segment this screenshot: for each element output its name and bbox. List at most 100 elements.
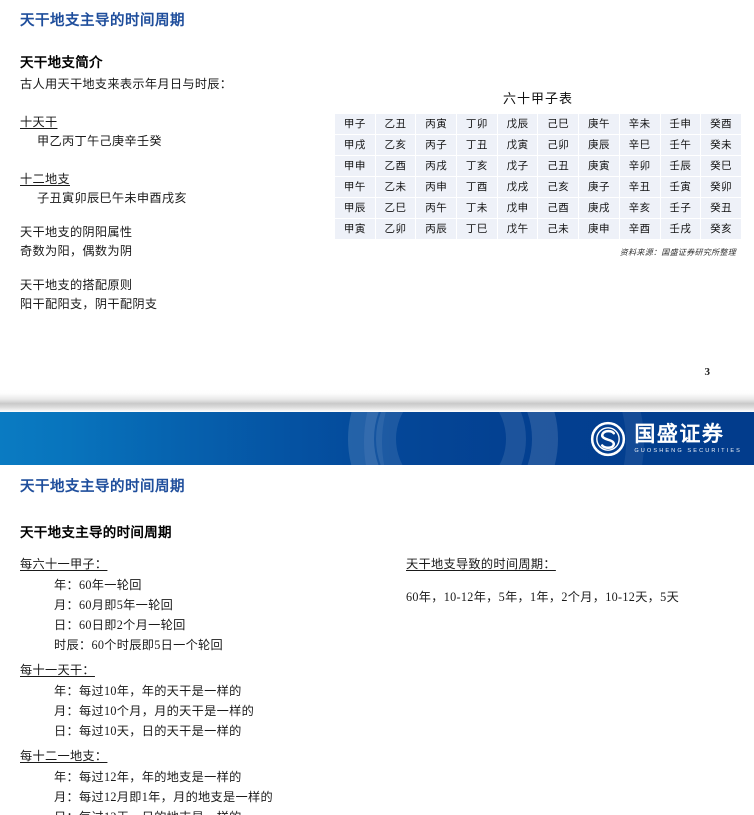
banner-arc-inner bbox=[376, 412, 526, 465]
table-cell: 丁丑 bbox=[457, 135, 497, 155]
table-cell: 甲子 bbox=[335, 114, 375, 134]
table-cell: 甲寅 bbox=[335, 219, 375, 239]
tiangan-label: 十天干 bbox=[20, 115, 58, 129]
jiazi-table: 甲子 乙丑 丙寅 丁卯 戊辰 己巳 庚午 辛未 壬申 癸酉 甲戌 乙亥 丙子 丁丑 戊寅 己卯 庚辰 辛巳 壬午 癸未… bbox=[334, 113, 742, 240]
brand-logo: 国盛证券 GUOSHENG SECURITIES bbox=[590, 421, 742, 457]
jiazi-table-caption: 六十甲子表 bbox=[502, 91, 573, 106]
table-cell: 甲申 bbox=[335, 156, 375, 176]
table-cell: 甲午 bbox=[335, 177, 375, 197]
dizhi-value: 子丑寅卯辰巳午未申酉戌亥 bbox=[37, 191, 187, 205]
table-cell: 戊申 bbox=[497, 198, 538, 218]
group1-label: 每六十一甲子： bbox=[20, 557, 108, 571]
intro-text: 古人用天干地支来表示年月日与时辰： bbox=[20, 77, 233, 91]
table-row: 甲子 乙丑 丙寅 丁卯 戊辰 己巳 庚午 辛未 壬申 癸酉 bbox=[335, 114, 741, 134]
table-cell: 辛丑 bbox=[619, 177, 660, 197]
table-cell: 庚戌 bbox=[579, 198, 619, 218]
group2-item-0: 年：每过10年，年的天干是一样的 bbox=[54, 684, 242, 698]
slide-one-title: 天干地支主导的时间周期 bbox=[20, 13, 185, 29]
group2-item-2: 日：每过10天，日的天干是一样的 bbox=[54, 724, 242, 738]
table-cell: 丁酉 bbox=[457, 177, 497, 197]
table-cell: 辛卯 bbox=[619, 156, 660, 176]
table-cell: 壬申 bbox=[660, 114, 701, 134]
pairing-value: 阳干配阳支，阴干配阴支 bbox=[20, 297, 158, 311]
table-cell: 戊午 bbox=[497, 219, 538, 239]
tiangan-value: 甲乙丙丁午己庚辛壬癸 bbox=[37, 134, 162, 148]
group1-item-3: 时辰：60个时辰即5日一个轮回 bbox=[54, 638, 224, 652]
table-cell: 庚辰 bbox=[579, 135, 619, 155]
table-cell: 庚子 bbox=[579, 177, 619, 197]
right-column-value: 60年，10-12年，5年，1年，2个月，10-12天，5天 bbox=[406, 590, 680, 604]
table-cell: 乙丑 bbox=[375, 114, 416, 134]
table-cell: 丁亥 bbox=[457, 156, 497, 176]
slide-two-heading: 天干地支主导的时间周期 bbox=[20, 525, 172, 540]
table-cell: 庚申 bbox=[579, 219, 619, 239]
table-cell: 己亥 bbox=[538, 177, 579, 197]
table-cell: 乙卯 bbox=[375, 219, 416, 239]
brand-name-cn: 国盛证券 bbox=[634, 421, 725, 446]
table-cell: 甲戌 bbox=[335, 135, 375, 155]
dizhi-label: 十二地支 bbox=[20, 172, 70, 186]
table-cell: 己未 bbox=[538, 219, 579, 239]
yinyang-value: 奇数为阳，偶数为阴 bbox=[20, 244, 133, 258]
table-cell: 己酉 bbox=[538, 198, 579, 218]
table-cell: 丁巳 bbox=[457, 219, 497, 239]
table-row: 甲寅 乙卯 丙辰 丁巳 戊午 己未 庚申 辛酉 壬戌 癸亥 bbox=[335, 219, 741, 239]
table-cell: 丙寅 bbox=[416, 114, 457, 134]
yinyang-label: 天干地支的阴阳属性 bbox=[20, 225, 133, 239]
table-cell: 癸巳 bbox=[701, 156, 741, 176]
table-cell: 戊戌 bbox=[497, 177, 538, 197]
table-cell: 乙亥 bbox=[375, 135, 416, 155]
table-cell: 癸亥 bbox=[701, 219, 741, 239]
table-cell: 丙辰 bbox=[416, 219, 457, 239]
table-cell: 乙酉 bbox=[375, 156, 416, 176]
jiazi-table-block: 六十甲子表 甲子 乙丑 丙寅 丁卯 戊辰 己巳 庚午 辛未 壬申 癸酉 甲戌 乙亥 丙子 丁丑 戊寅 己卯 庚辰… bbox=[334, 88, 742, 258]
table-row: 甲午 乙未 丙申 丁酉 戊戌 己亥 庚子 辛丑 壬寅 癸卯 bbox=[335, 177, 741, 197]
pairing-label: 天干地支的搭配原则 bbox=[20, 278, 133, 292]
table-cell: 辛未 bbox=[619, 114, 660, 134]
guosheng-logo-icon bbox=[591, 421, 626, 457]
group2-item-1: 月：每过10个月，月的天干是一样的 bbox=[54, 704, 255, 718]
table-cell: 辛亥 bbox=[619, 198, 660, 218]
group3-item-2: 日：每过12天，日的地支是一样的 bbox=[20, 807, 242, 815]
table-cell: 癸丑 bbox=[701, 198, 741, 218]
brand-text-block: 国盛证券 GUOSHENG SECURITIES bbox=[634, 421, 742, 455]
group3-label: 每十二一地支： bbox=[20, 749, 108, 763]
table-cell: 壬戌 bbox=[660, 219, 701, 239]
table-row: 甲申 乙酉 丙戌 丁亥 戊子 己丑 庚寅 辛卯 壬辰 癸巳 bbox=[335, 156, 741, 176]
table-cell: 乙未 bbox=[375, 177, 416, 197]
group1-item-0: 年：60年一轮回 bbox=[54, 578, 142, 592]
page-number: 3 bbox=[704, 366, 711, 378]
section-heading-intro: 天干地支简介 bbox=[20, 55, 103, 70]
table-cell: 辛酉 bbox=[619, 219, 660, 239]
table-cell: 丁未 bbox=[457, 198, 497, 218]
slide-two: 天干地支主导的时间周期 天干地支主导的时间周期 每六十一甲子： 年：60年一轮回… bbox=[0, 465, 754, 815]
table-cell: 壬午 bbox=[660, 135, 701, 155]
table-cell: 乙巳 bbox=[375, 198, 416, 218]
table-cell: 癸卯 bbox=[701, 177, 741, 197]
table-cell: 庚午 bbox=[579, 114, 619, 134]
page-separator bbox=[0, 390, 754, 412]
table-cell: 丁卯 bbox=[457, 114, 497, 134]
brand-name-en: GUOSHENG SECURITIES bbox=[634, 447, 742, 454]
group2-label: 每十一天干： bbox=[20, 663, 95, 677]
table-cell: 庚寅 bbox=[579, 156, 619, 176]
table-cell: 戊寅 bbox=[497, 135, 538, 155]
table-cell: 壬子 bbox=[660, 198, 701, 218]
table-cell: 壬辰 bbox=[660, 156, 701, 176]
table-cell: 丙戌 bbox=[416, 156, 457, 176]
table-cell: 丙午 bbox=[416, 198, 457, 218]
group1-item-1: 月：60月即5年一轮回 bbox=[54, 598, 174, 612]
jiazi-table-body: 甲子 乙丑 丙寅 丁卯 戊辰 己巳 庚午 辛未 壬申 癸酉 甲戌 乙亥 丙子 丁丑 戊寅 己卯 庚辰 辛巳 壬午 癸未… bbox=[335, 114, 741, 239]
table-cell: 甲辰 bbox=[335, 198, 375, 218]
slide-one: 天干地支主导的时间周期 天干地支简介 古人用天干地支来表示年月日与时辰： 十天干… bbox=[0, 0, 754, 390]
group1-item-2: 日：60日即2个月一轮回 bbox=[54, 618, 186, 632]
table-row: 甲戌 乙亥 丙子 丁丑 戊寅 己卯 庚辰 辛巳 壬午 癸未 bbox=[335, 135, 741, 155]
table-cell: 己卯 bbox=[538, 135, 579, 155]
table-cell: 戊辰 bbox=[497, 114, 538, 134]
right-column-label: 天干地支导致的时间周期： bbox=[406, 557, 556, 571]
brand-banner: 国盛证券 GUOSHENG SECURITIES bbox=[0, 412, 754, 465]
table-row: 甲辰 乙巳 丙午 丁未 戊申 己酉 庚戌 辛亥 壬子 癸丑 bbox=[335, 198, 741, 218]
table-cell: 癸酉 bbox=[701, 114, 741, 134]
table-cell: 己丑 bbox=[538, 156, 579, 176]
group3-item-0: 年：每过12年，年的地支是一样的 bbox=[54, 770, 242, 784]
